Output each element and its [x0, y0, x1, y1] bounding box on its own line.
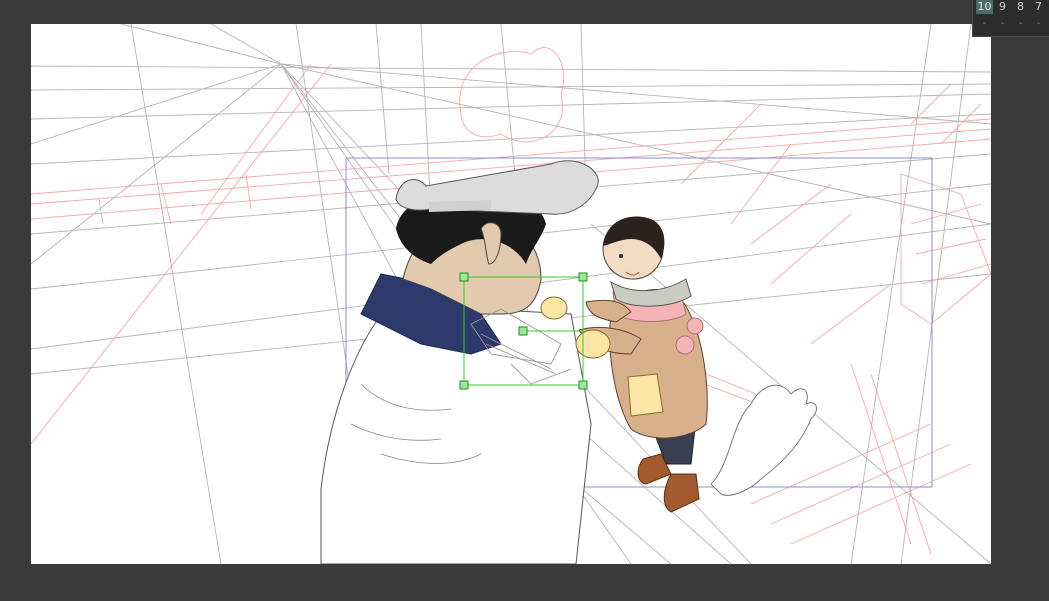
transform-handle-icon[interactable] — [578, 380, 588, 390]
drawing-canvas[interactable] — [31, 24, 991, 564]
frame-marker: - — [1000, 18, 1005, 29]
frame-marker: - — [1018, 18, 1023, 29]
frame-marker: - — [982, 18, 987, 29]
frame-cell-8[interactable]: 8 — [1012, 0, 1029, 14]
transform-handle-icon[interactable] — [578, 272, 588, 282]
transform-handle-icon[interactable] — [459, 380, 469, 390]
adult-figure — [320, 160, 599, 564]
transform-handle-icon[interactable] — [459, 272, 469, 282]
transform-handle-icon[interactable] — [518, 326, 528, 336]
frame-cell-10[interactable]: 10 — [976, 0, 993, 14]
glove-sketch — [710, 384, 817, 496]
frame-marker: - — [1036, 18, 1041, 29]
timeline-frame-panel: 10 9 8 7 - - - - — [972, 0, 1049, 37]
artwork — [31, 24, 991, 564]
frame-cell-7[interactable]: 7 — [1030, 0, 1047, 14]
frame-cell-9[interactable]: 9 — [994, 0, 1011, 14]
